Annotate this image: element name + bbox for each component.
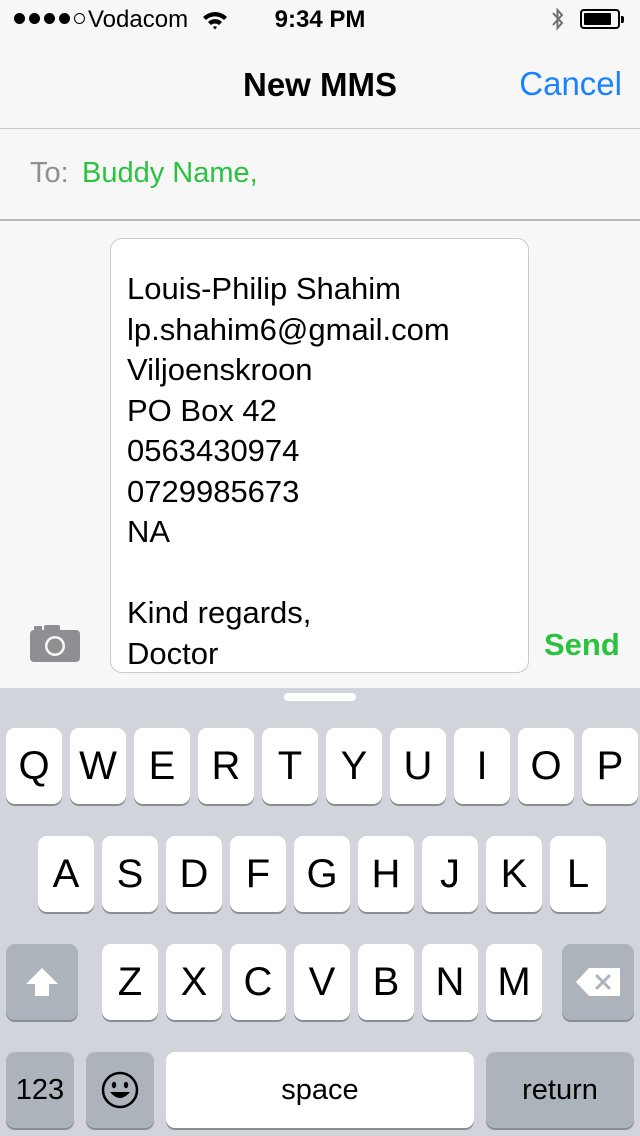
message-line xyxy=(127,553,528,594)
message-input[interactable]: Louis-Philip Shahim lp.shahim6@gmail.com… xyxy=(110,238,529,673)
recipient-token[interactable]: Buddy Name, xyxy=(82,157,258,190)
key-a[interactable]: A xyxy=(38,836,94,912)
backspace-icon xyxy=(576,968,620,996)
message-line: lp.shahim6@gmail.com xyxy=(127,311,450,347)
shift-arrow-icon xyxy=(26,968,58,996)
message-line: 0563430974 xyxy=(127,433,300,468)
cancel-button[interactable]: Cancel xyxy=(519,65,622,103)
clock: 9:34 PM xyxy=(274,6,366,33)
keyboard-handle[interactable] xyxy=(284,693,356,701)
key-k[interactable]: K xyxy=(486,836,542,912)
message-line: Kind regards, xyxy=(127,595,312,630)
key-n[interactable]: N xyxy=(422,944,478,1020)
space-key[interactable]: space xyxy=(166,1052,474,1128)
battery-icon xyxy=(580,9,624,29)
key-x[interactable]: X xyxy=(166,944,222,1020)
message-line: Viljoenskroon xyxy=(127,352,313,387)
key-u[interactable]: U xyxy=(390,728,446,804)
message-line: Louis-Philip Shahim xyxy=(127,271,401,306)
key-f[interactable]: F xyxy=(230,836,286,912)
bluetooth-icon xyxy=(550,6,566,37)
key-r[interactable]: R xyxy=(198,728,254,804)
key-h[interactable]: H xyxy=(358,836,414,912)
key-v[interactable]: V xyxy=(294,944,350,1020)
key-d[interactable]: D xyxy=(166,836,222,912)
delete-key[interactable] xyxy=(562,944,634,1020)
message-line: NA xyxy=(127,514,171,549)
key-s[interactable]: S xyxy=(102,836,158,912)
camera-icon[interactable] xyxy=(28,622,82,669)
recipient-field[interactable]: To: Buddy Name, xyxy=(0,129,640,221)
key-t[interactable]: T xyxy=(262,728,318,804)
key-y[interactable]: Y xyxy=(326,728,382,804)
key-c[interactable]: C xyxy=(230,944,286,1020)
message-line: PO Box 42 xyxy=(127,392,277,428)
numbers-key[interactable]: 123 xyxy=(6,1052,74,1128)
key-l[interactable]: L xyxy=(550,836,606,912)
key-w[interactable]: W xyxy=(70,728,126,804)
key-p[interactable]: P xyxy=(582,728,638,804)
emoji-icon xyxy=(101,1071,139,1109)
keyboard: Q W E R T Y U I O P A S D F G H J K L Z … xyxy=(0,688,640,1136)
status-bar: Vodacom 9:34 PM xyxy=(0,0,640,40)
key-g[interactable]: G xyxy=(294,836,350,912)
key-j[interactable]: J xyxy=(422,836,478,912)
navigation-bar: New MMS Cancel xyxy=(0,40,640,129)
key-z[interactable]: Z xyxy=(102,944,158,1020)
emoji-key[interactable] xyxy=(86,1052,154,1128)
key-o[interactable]: O xyxy=(518,728,574,804)
key-q[interactable]: Q xyxy=(6,728,62,804)
message-line: Doctor xyxy=(127,635,219,671)
key-i[interactable]: I xyxy=(454,728,510,804)
shift-key[interactable] xyxy=(6,944,78,1020)
return-key[interactable]: return xyxy=(486,1052,634,1128)
send-button[interactable]: Send xyxy=(544,627,620,663)
key-b[interactable]: B xyxy=(358,944,414,1020)
key-m[interactable]: M xyxy=(486,944,542,1020)
message-line: 0729985673 xyxy=(127,473,300,509)
key-e[interactable]: E xyxy=(134,728,190,804)
to-label: To: xyxy=(30,157,69,189)
